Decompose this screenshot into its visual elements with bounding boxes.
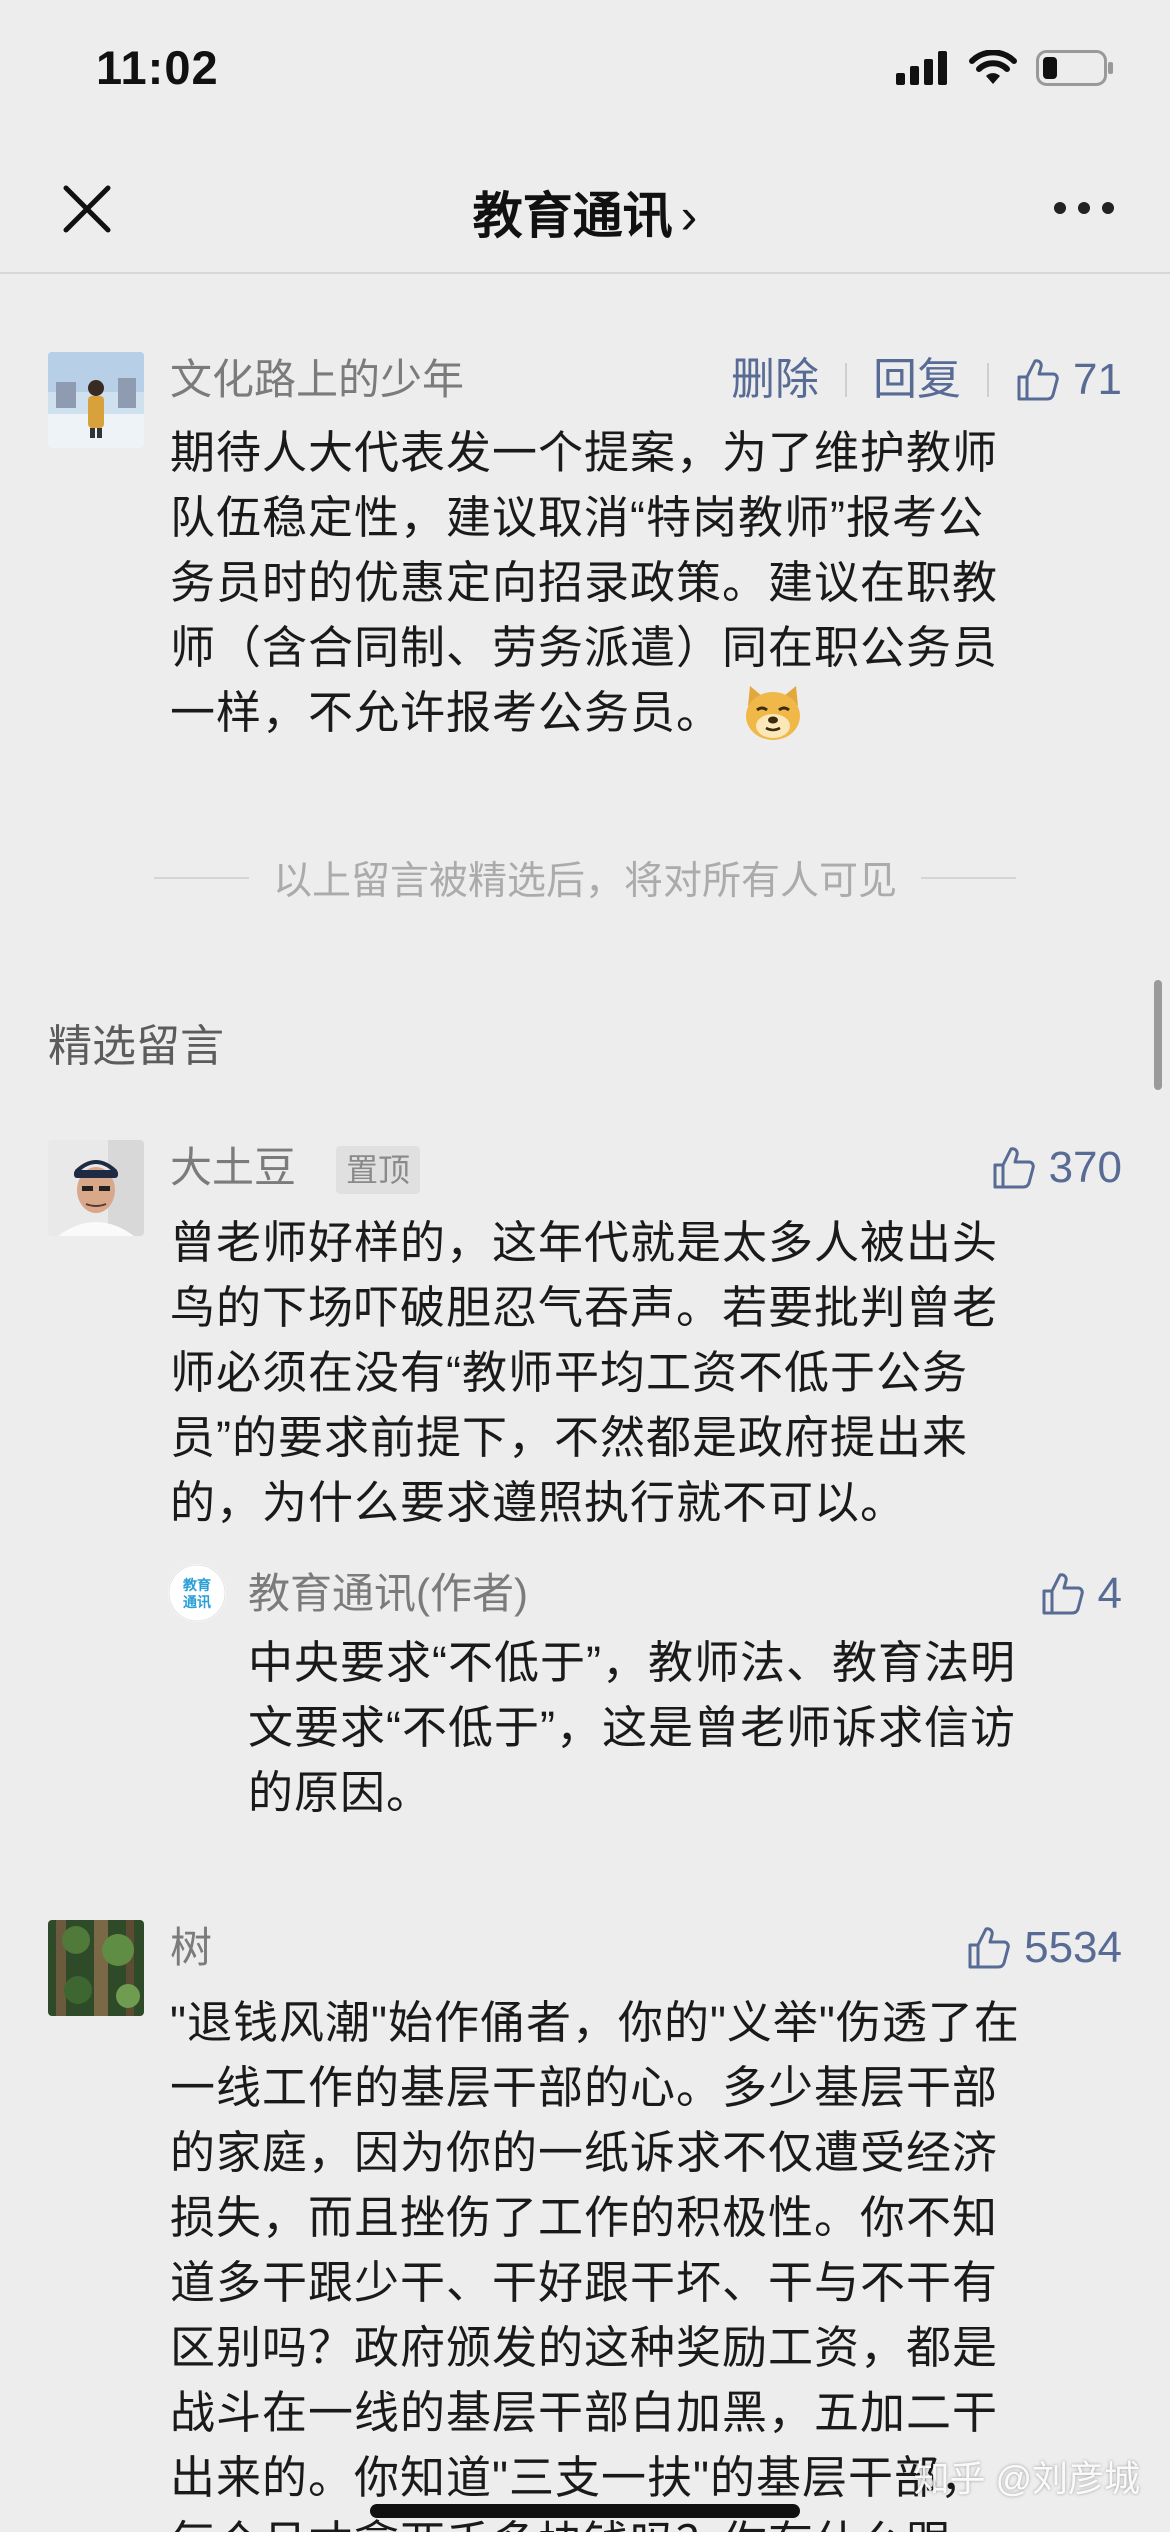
reply-text: 中央要求“不低于”，教师法、教育法明 文要求“不低于”，这是曾老师诉求信访 的原… xyxy=(248,1630,1128,1825)
like-count: 5534 xyxy=(1024,1923,1122,1972)
featured-comment: 大土豆 置顶 370 曾老师好样的，这年代就是太多人被出头 鸟的下场吓破胆忍气吞… xyxy=(48,1140,1122,1860)
comment-actions: 删除 回复 71 xyxy=(731,352,1122,408)
like-button[interactable]: 5534 xyxy=(966,1920,1122,1976)
comment-line: 区别吗？政府颁发的这种奖励工资，都是 xyxy=(170,2322,999,2373)
thumbs-up-icon xyxy=(1042,1573,1084,1615)
reply-button[interactable]: 回复 xyxy=(873,352,961,408)
comment-line: "退钱风潮"始作俑者，你的"义举"伤透了在 xyxy=(170,1997,1020,2048)
comment-line: 一样，不允许报考公务员。 xyxy=(170,680,1130,745)
comment-line: 战斗在一线的基层干部白加黑，五加二干 xyxy=(170,2387,999,2438)
comment-line: 道多干跟少干、干好跟干坏、干与不干有 xyxy=(170,2257,999,2308)
battery-icon xyxy=(1036,50,1113,86)
account-title: 教育通讯 xyxy=(472,188,673,244)
section-title: 精选留言 xyxy=(48,1022,224,1071)
status-icons xyxy=(896,50,1114,86)
status-bar: 11:02 xyxy=(0,0,1170,150)
home-indicator[interactable] xyxy=(370,2504,800,2518)
thumbs-up-icon xyxy=(1017,359,1059,401)
avatar[interactable] xyxy=(48,1920,144,2016)
reply-line: 中央要求“不低于”，教师法、教育法明 xyxy=(248,1637,1016,1688)
comment-line: 曾老师好样的，这年代就是太多人被出头 xyxy=(170,1217,999,1268)
avatar[interactable] xyxy=(48,352,144,448)
more-icon[interactable] xyxy=(1054,202,1114,216)
account-title-link[interactable]: 教育通讯 › xyxy=(0,176,1170,248)
thumbs-up-icon xyxy=(968,1927,1010,1969)
visibility-note-text: 以上留言被精选后，将对所有人可见 xyxy=(273,860,898,903)
like-button[interactable]: 4 xyxy=(1040,1566,1122,1622)
comment-actions: 370 xyxy=(991,1140,1122,1196)
wifi-icon xyxy=(969,50,1017,84)
comment-line: 务员时的优惠定向招录政策。建议在职教 xyxy=(170,557,999,608)
reply-actions: 4 xyxy=(1040,1566,1122,1622)
like-button[interactable]: 71 xyxy=(1015,352,1122,408)
comment-line: 的家庭，因为你的一纸诉求不仅遭受经济 xyxy=(170,2127,999,2178)
like-count: 4 xyxy=(1097,1569,1122,1618)
comment-text: 曾老师好样的，这年代就是太多人被出头 鸟的下场吓破胆忍气吞声。若要批判曾老 师必… xyxy=(170,1210,1130,1535)
delete-button[interactable]: 删除 xyxy=(731,352,819,408)
comment-line: 一线工作的基层干部的心。多少基层干部 xyxy=(170,2062,999,2113)
nav-bar: 教育通讯 › xyxy=(0,150,1170,274)
comment-line: 队伍稳定性，建议取消“特岗教师”报考公 xyxy=(170,492,984,543)
thumbs-up-icon xyxy=(993,1147,1035,1189)
svg-text:教育: 教育 xyxy=(183,1577,211,1594)
like-count: 71 xyxy=(1073,355,1122,404)
watermark: 知乎 @刘彦城 xyxy=(913,2458,1140,2499)
my-comment: 文化路上的少年 删除 回复 71 期待人大代表发一个提案，为了维护教师 队伍稳定… xyxy=(48,352,1122,772)
status-time: 11:02 xyxy=(96,41,219,94)
reply-line: 的原因。 xyxy=(248,1767,433,1818)
comment-line: 师（含合同制、劳务派遣）同在职公务员 xyxy=(170,622,999,673)
page: 11:02 教育通讯 › 文化路上的少年 删除 回复 71 期待人大代表发一个提… xyxy=(0,0,1170,2532)
commenter-name: 树 xyxy=(170,1924,213,1971)
scrollbar-thumb[interactable] xyxy=(1154,980,1162,1090)
comment-text: 期待人大代表发一个提案，为了维护教师 队伍稳定性，建议取消“特岗教师”报考公 务… xyxy=(170,420,1130,745)
featured-comment: 树 5534 "退钱风潮"始作俑者，你的"义举"伤透了在 一线工作的基层干部的心… xyxy=(48,1920,1122,2532)
comment-line: 期待人大代表发一个提案，为了维护教师 xyxy=(170,427,999,478)
like-count: 370 xyxy=(1048,1143,1122,1192)
svg-text:通讯: 通讯 xyxy=(183,1595,211,1611)
doge-emoji-icon xyxy=(745,686,800,740)
comment-line: 损失，而且挫伤了工作的积极性。你不知 xyxy=(170,2192,999,2243)
author-logo: 教育 通讯 xyxy=(168,1564,226,1622)
commenter-name: 大土豆 xyxy=(170,1144,297,1191)
reply-line: 文要求“不低于”，这是曾老师诉求信访 xyxy=(248,1702,1016,1753)
comment-line: 师必须在没有“教师平均工资不低于公务 xyxy=(170,1347,968,1398)
cellular-signal-icon xyxy=(896,51,947,85)
author-name: 教育通讯(作者) xyxy=(248,1570,528,1617)
avatar[interactable] xyxy=(48,1140,144,1236)
chevron-right-icon: › xyxy=(680,188,698,244)
comment-actions: 5534 xyxy=(966,1920,1122,1976)
like-button[interactable]: 370 xyxy=(991,1140,1122,1196)
comment-line: 员”的要求前提下，不然都是政府提出来 xyxy=(170,1412,968,1463)
comment-line: 鸟的下场吓破胆忍气吞声。若要批判曾老 xyxy=(170,1282,999,1333)
divider xyxy=(845,363,848,397)
comment-line: 的，为什么要求遵照执行就不可以。 xyxy=(170,1477,907,1528)
visibility-note: 以上留言被精选后，将对所有人可见 xyxy=(130,850,1040,906)
pinned-badge: 置顶 xyxy=(336,1146,421,1194)
divider xyxy=(987,363,990,397)
commenter-name: 文化路上的少年 xyxy=(170,356,465,403)
